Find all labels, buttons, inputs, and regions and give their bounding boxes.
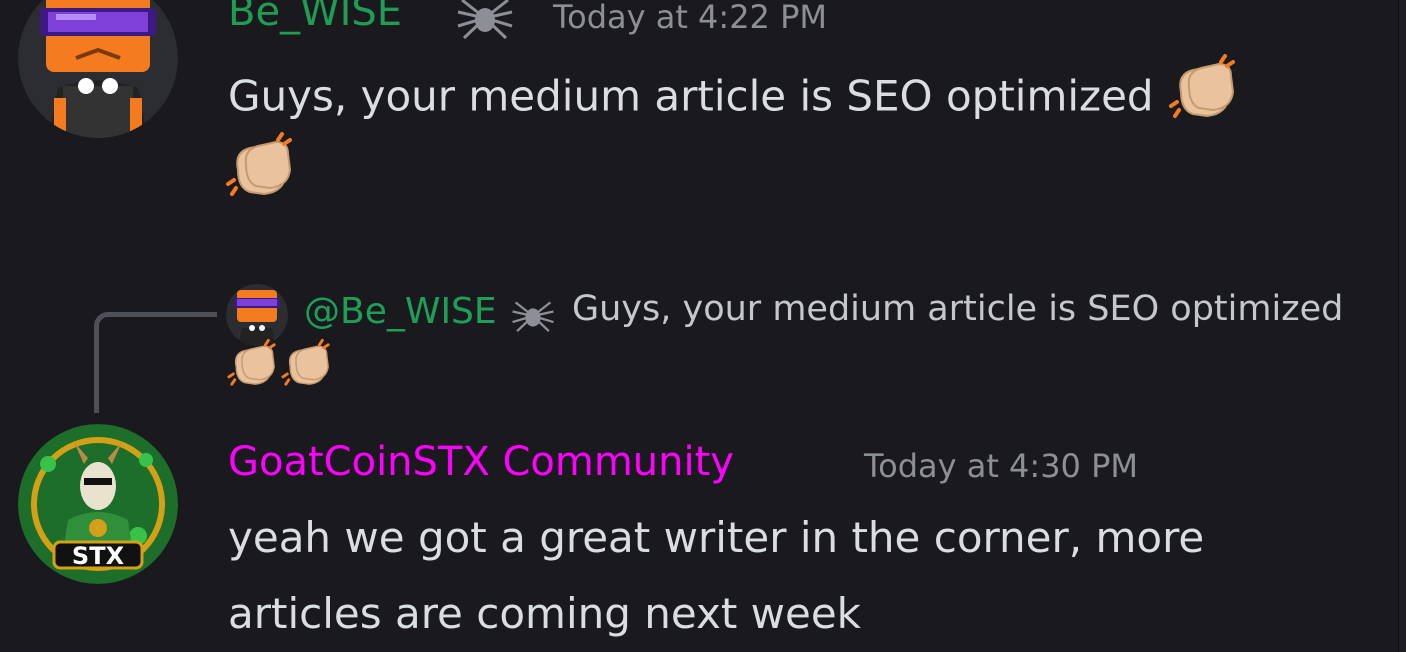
message-text-line-2: articles are coming next week [228, 589, 861, 638]
stx-logo-text: STX [72, 542, 125, 570]
message-author[interactable]: Be_WISE [228, 0, 402, 32]
reply-mention[interactable]: @Be_WISE [304, 294, 497, 330]
message-content-continued [224, 130, 298, 224]
reply-emoji-row [226, 336, 334, 394]
chat-message-list: Be_WISE Today at 4:22 PM Guys, your medi… [0, 0, 1406, 652]
message-timestamp: Today at 4:22 PM [553, 0, 827, 36]
spider-icon [508, 296, 558, 340]
clapping-hands-emoji [224, 130, 298, 224]
clapping-hands-emoji [226, 336, 280, 394]
spider-icon [452, 0, 518, 46]
message-content: Guys, your medium article is SEO optimiz… [228, 52, 1241, 146]
message-text: Guys, your medium article is SEO optimiz… [228, 71, 1154, 121]
message-author[interactable]: GoatCoinSTX Community [228, 442, 734, 482]
scrollbar[interactable] [1398, 0, 1406, 652]
message-text-line-1: yeah we got a great writer in the corner… [228, 513, 1205, 562]
clapping-hands-emoji [1167, 52, 1241, 146]
message-timestamp: Today at 4:30 PM [864, 447, 1138, 485]
reply-preview-text[interactable]: Guys, your medium article is SEO optimiz… [572, 292, 1343, 327]
clapping-hands-emoji [280, 336, 334, 394]
user-avatar-be-wise[interactable] [18, 0, 178, 138]
user-avatar-goatcoinstx[interactable]: STX [18, 424, 178, 584]
reply-connector-line [94, 312, 217, 413]
